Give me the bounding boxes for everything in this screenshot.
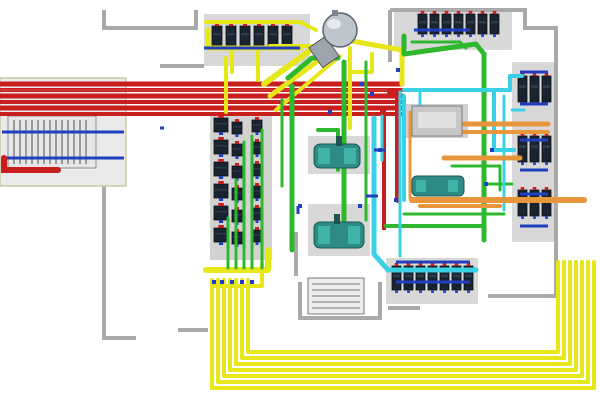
rack-pump	[213, 137, 229, 157]
valve-marker	[360, 82, 364, 86]
valve-marker	[378, 148, 382, 152]
piping-diagram	[0, 0, 600, 400]
valve-marker	[370, 92, 374, 96]
pump-unit	[489, 11, 500, 37]
heat-exchanger-right	[411, 175, 465, 197]
valve-marker	[240, 280, 244, 284]
rack-pump	[231, 163, 243, 181]
pump-unit	[529, 73, 540, 105]
rack-pump	[213, 181, 229, 201]
rack-pump	[213, 159, 229, 179]
valve-marker	[328, 110, 332, 114]
pump-unit	[541, 133, 552, 165]
rack-pump	[213, 225, 229, 245]
piping-layout-canvas	[0, 8, 596, 390]
pump-unit	[441, 11, 452, 37]
pump-unit	[417, 11, 428, 37]
pump-unit	[453, 11, 464, 37]
valve-marker	[230, 280, 234, 284]
pump-unit	[239, 23, 251, 49]
valve-marker	[396, 68, 400, 72]
pump-unit	[225, 23, 237, 49]
valve-marker	[250, 280, 254, 284]
wall-left-vertical	[102, 186, 136, 340]
stairs	[307, 277, 365, 315]
top-right-pump-group	[417, 11, 500, 37]
valve-marker	[484, 182, 488, 186]
valve-marker	[358, 204, 362, 208]
valve-marker	[212, 280, 216, 284]
pump-unit	[429, 11, 440, 37]
valve-marker	[394, 198, 398, 202]
pump-unit	[211, 23, 223, 49]
pump-unit	[541, 73, 552, 105]
valve-marker	[490, 148, 494, 152]
valve-marker	[298, 204, 302, 208]
pump-unit	[477, 11, 488, 37]
valve-marker	[220, 280, 224, 284]
pump-unit	[465, 11, 476, 37]
pump-unit	[529, 133, 540, 165]
pump-unit	[253, 23, 265, 49]
rack-pump	[213, 115, 229, 135]
rack-pump	[231, 119, 243, 137]
rack-pump	[213, 203, 229, 223]
plate-exchanger	[411, 105, 463, 137]
wall-top-left	[102, 10, 198, 30]
rack-pump	[231, 141, 243, 159]
